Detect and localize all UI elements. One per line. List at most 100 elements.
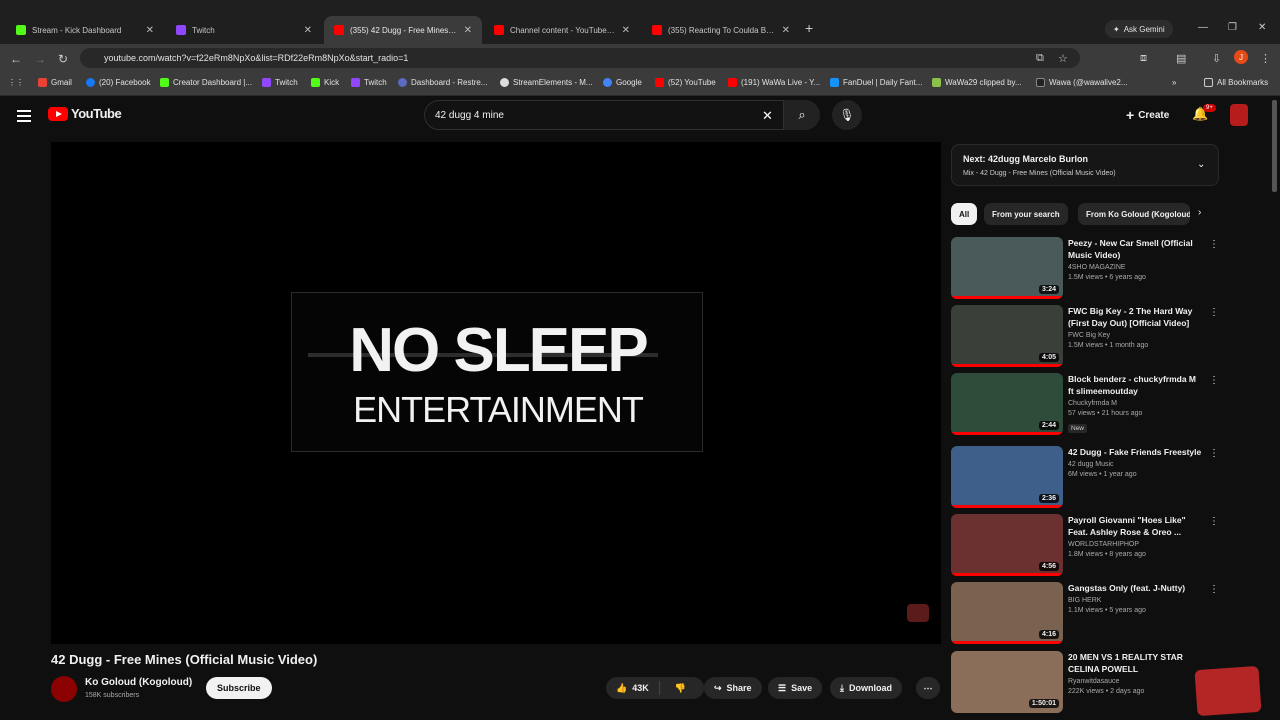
chip-from-search[interactable]: From your search bbox=[984, 203, 1068, 225]
voice-search-icon[interactable]: 🎙 bbox=[832, 100, 862, 130]
create-button[interactable]: + Create bbox=[1118, 102, 1177, 128]
apps-icon[interactable]: ⋮⋮ bbox=[8, 78, 24, 87]
browser-tab[interactable]: Twitch ✕ bbox=[166, 16, 322, 44]
new-tab-icon[interactable]: + bbox=[805, 20, 813, 36]
extensions-icon[interactable]: ⧈ bbox=[1140, 52, 1147, 65]
no-sleep-entertainment-logo: NO SLEEP ENTERTAINMENT bbox=[291, 292, 703, 452]
chevron-right-icon[interactable]: › bbox=[1198, 207, 1201, 218]
bookmark-star-icon[interactable]: ☆ bbox=[1058, 52, 1068, 65]
subscribe-button[interactable]: Subscribe bbox=[206, 677, 272, 699]
channel-watermark[interactable] bbox=[907, 604, 929, 622]
close-icon[interactable]: ✕ bbox=[304, 25, 312, 36]
recommendation-item[interactable]: 2:44 Block benderz - chuckyfrmda M ft sl… bbox=[951, 373, 1221, 435]
bookmark-item[interactable]: Kick bbox=[311, 78, 339, 87]
more-options-icon[interactable]: ⋮ bbox=[1209, 516, 1219, 527]
more-options-icon[interactable]: ⋮ bbox=[1209, 584, 1219, 595]
recommendation-item[interactable]: 4:56 Payroll Giovanni "Hoes Like" Feat. … bbox=[951, 514, 1221, 576]
dislike-button[interactable]: 👎 bbox=[665, 683, 696, 694]
bookmark-item[interactable]: WaWa29 clipped by... bbox=[932, 78, 1022, 87]
minimize-icon[interactable]: — bbox=[1198, 22, 1208, 33]
profile-avatar[interactable]: J bbox=[1234, 50, 1248, 64]
folder-icon bbox=[1204, 78, 1213, 87]
recommendation-item[interactable]: 4:05 FWC Big Key - 2 The Hard Way (First… bbox=[951, 305, 1221, 367]
url-field[interactable]: youtube.com/watch?v=f22eRm8NpXo&list=RDf… bbox=[80, 48, 1080, 68]
bookmark-item[interactable]: (191) WaWa Live - Y... bbox=[728, 78, 820, 87]
video-thumbnail[interactable]: 2:44 bbox=[951, 373, 1063, 435]
video-title: 42 Dugg - Free Mines (Official Music Vid… bbox=[51, 652, 318, 667]
video-thumbnail[interactable]: 4:56 bbox=[951, 514, 1063, 576]
bookmark-item[interactable]: FanDuel | Daily Fant... bbox=[830, 78, 922, 87]
bookmark-item[interactable]: Twitch bbox=[351, 78, 387, 87]
account-avatar[interactable] bbox=[1230, 104, 1248, 126]
all-bookmarks[interactable]: All Bookmarks bbox=[1204, 78, 1268, 87]
kick-icon bbox=[16, 25, 26, 35]
video-thumbnail[interactable]: 3:24 bbox=[951, 237, 1063, 299]
forward-icon[interactable]: → bbox=[34, 52, 46, 66]
more-options-icon[interactable]: ⋮ bbox=[1209, 307, 1219, 318]
recommendation-item[interactable]: 1:50:01 20 MEN VS 1 REALITY STAR CELINA … bbox=[951, 651, 1221, 713]
bookmark-item[interactable]: Twitch bbox=[262, 78, 298, 87]
browser-tab[interactable]: (355) Reacting To Coulda Been ✕ bbox=[642, 16, 800, 44]
video-thumbnail[interactable]: 4:16 bbox=[951, 582, 1063, 644]
recommendation-item[interactable]: 2:36 42 Dugg - Fake Friends Freestyle 42 … bbox=[951, 446, 1221, 508]
chevron-down-icon[interactable]: ⌄ bbox=[1197, 159, 1205, 170]
chip-all[interactable]: All bbox=[951, 203, 978, 225]
recommendation-item[interactable]: 3:24 Peezy - New Car Smell (Official Mus… bbox=[951, 237, 1221, 299]
scrollbar[interactable] bbox=[1272, 100, 1277, 192]
restore-icon[interactable]: ❐ bbox=[1228, 22, 1237, 33]
close-icon[interactable]: ✕ bbox=[782, 25, 790, 36]
search-input[interactable]: 42 dugg 4 mine bbox=[424, 100, 784, 130]
close-window-icon[interactable]: ✕ bbox=[1258, 22, 1266, 33]
video-thumbnail[interactable]: 1:50:01 bbox=[951, 651, 1063, 713]
browser-tab[interactable]: Stream - Kick Dashboard ✕ bbox=[6, 16, 164, 44]
browser-tab[interactable]: Channel content - YouTube Stu ✕ bbox=[484, 16, 640, 44]
more-options-icon[interactable]: ⋮ bbox=[1209, 239, 1219, 250]
chip-from-channel[interactable]: From Ko Goloud (Kogoloud) bbox=[1078, 203, 1190, 225]
bookmark-item[interactable]: StreamElements - M... bbox=[500, 78, 593, 87]
sidebar-icon[interactable]: ▤ bbox=[1176, 52, 1186, 65]
browser-tab-active[interactable]: (355) 42 Dugg - Free Mines (Off ✕ bbox=[324, 16, 482, 44]
share-icon: ↪ bbox=[714, 682, 722, 693]
menu-icon[interactable]: ⋮ bbox=[1260, 52, 1271, 65]
bookmark-item[interactable]: Google bbox=[603, 78, 642, 87]
like-button[interactable]: 👍 43K bbox=[606, 681, 660, 695]
reload-icon[interactable]: ↻ bbox=[58, 52, 68, 66]
downloads-icon[interactable]: ⇩ bbox=[1212, 52, 1221, 65]
video-player[interactable]: NO SLEEP ENTERTAINMENT bbox=[51, 142, 941, 644]
more-actions-icon[interactable]: ⋯ bbox=[916, 677, 940, 699]
close-icon[interactable]: ✕ bbox=[622, 25, 630, 36]
search-button[interactable]: ⌕ bbox=[784, 100, 820, 130]
channel-avatar[interactable] bbox=[51, 676, 77, 702]
video-thumbnail[interactable]: 2:36 bbox=[951, 446, 1063, 508]
more-options-icon[interactable]: ⋮ bbox=[1209, 375, 1219, 386]
ask-gemini-button[interactable]: ✦ Ask Gemini bbox=[1105, 20, 1173, 38]
back-icon[interactable]: ← bbox=[10, 52, 22, 66]
save-button[interactable]: ☰ Save bbox=[768, 677, 823, 699]
clear-search-icon[interactable]: ✕ bbox=[762, 108, 773, 124]
bookmark-item[interactable]: Gmail bbox=[38, 78, 72, 87]
close-icon[interactable]: ✕ bbox=[146, 25, 154, 36]
hamburger-menu-icon[interactable] bbox=[17, 110, 31, 122]
bookmark-item[interactable]: Wawa (@wawalive2... bbox=[1036, 78, 1128, 87]
share-button[interactable]: ↪ Share bbox=[704, 677, 762, 699]
close-icon[interactable]: ✕ bbox=[464, 25, 472, 36]
youtube-header: YouTube 42 dugg 4 mine ✕ ⌕ 🎙 + Create 🔔 9… bbox=[0, 96, 1280, 136]
bookmark-item[interactable]: (52) YouTube bbox=[655, 78, 716, 87]
bookmark-item[interactable]: (20) Facebook bbox=[86, 78, 151, 87]
video-thumbnail[interactable]: 4:05 bbox=[951, 305, 1063, 367]
up-next-subtitle: Mix - 42 Dugg - Free Mines (Official Mus… bbox=[963, 170, 1116, 177]
download-button[interactable]: ⤓ Download bbox=[830, 677, 902, 699]
up-next-panel[interactable]: Next: 42dugg Marcelo Burlon Mix - 42 Dug… bbox=[951, 144, 1219, 186]
bookmark-item[interactable]: Creator Dashboard |... bbox=[160, 78, 252, 87]
recommendation-item[interactable]: 4:16 Gangstas Only (feat. J-Nutty) BIG HE… bbox=[951, 582, 1221, 644]
more-bookmarks-icon[interactable]: » bbox=[1172, 78, 1176, 87]
bookmark-item[interactable]: Dashboard - Restre... bbox=[398, 78, 487, 87]
cast-icon[interactable]: ⧉ bbox=[1036, 52, 1044, 65]
more-options-icon[interactable]: ⋮ bbox=[1209, 448, 1219, 459]
logo-top-text: NO SLEEP bbox=[349, 316, 649, 385]
rec-channel: Ryanwitdasauce bbox=[1068, 678, 1120, 685]
channel-name[interactable]: Ko Goloud (Kogoloud) bbox=[85, 677, 192, 688]
search-text: 42 dugg 4 mine bbox=[435, 109, 504, 121]
youtube-logo[interactable]: YouTube bbox=[48, 106, 122, 121]
thumbs-up-icon: 👍 bbox=[616, 682, 628, 693]
